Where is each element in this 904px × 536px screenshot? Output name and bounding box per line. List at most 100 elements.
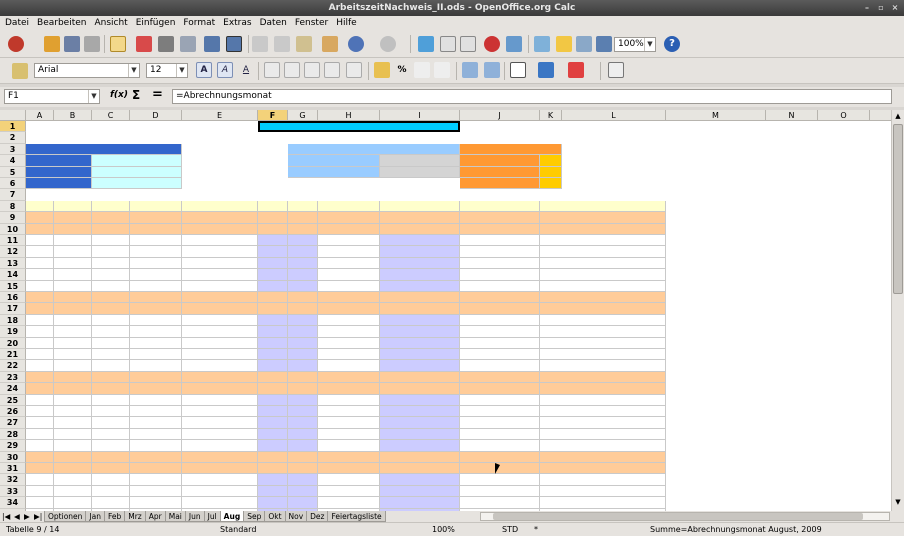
bemerkung-cell[interactable] — [540, 394, 666, 406]
date-cell[interactable] — [26, 235, 54, 247]
date-cell[interactable] — [26, 349, 54, 361]
ist-cell[interactable] — [288, 371, 318, 384]
date-cell[interactable] — [26, 269, 54, 281]
saldo-cell[interactable] — [380, 440, 460, 452]
add-decimal-icon[interactable] — [434, 62, 450, 78]
soll-cell[interactable] — [258, 485, 288, 498]
table-header-cell[interactable] — [130, 200, 182, 213]
ist-cell[interactable] — [288, 303, 318, 315]
column-header-n[interactable]: N — [766, 110, 818, 121]
find-replace-icon[interactable] — [534, 36, 550, 52]
soll-cell[interactable] — [258, 235, 288, 247]
bemerkung-cell[interactable] — [540, 417, 666, 429]
row-header[interactable]: 32 — [0, 474, 26, 486]
urlaubskonto-value[interactable] — [540, 155, 562, 167]
sheet-tab-dez[interactable]: Dez — [306, 511, 329, 522]
row-header[interactable]: 20 — [0, 337, 26, 349]
sheet-tab-jan[interactable]: Jan — [85, 511, 105, 522]
feiertag-cell[interactable] — [460, 212, 540, 224]
date-cell[interactable] — [26, 303, 54, 315]
column-header-f[interactable]: F — [258, 110, 288, 121]
last-sheet-icon[interactable]: ▶| — [34, 511, 42, 522]
month-title-cell[interactable] — [258, 121, 460, 133]
tageskuerzel-cell[interactable] — [182, 223, 258, 235]
beginn-cell[interactable] — [54, 314, 92, 327]
soll-cell[interactable] — [258, 474, 288, 486]
column-header-m[interactable]: M — [666, 110, 766, 121]
korrektur-cell[interactable] — [130, 383, 182, 395]
row-header[interactable]: 6 — [0, 178, 26, 190]
korrektur-cell[interactable] — [130, 360, 182, 372]
date-cell[interactable] — [26, 406, 54, 418]
column-header-i[interactable]: I — [380, 110, 460, 121]
feiertag-cell[interactable] — [460, 406, 540, 418]
korrektur-cell[interactable] — [130, 269, 182, 281]
row-header[interactable]: 3 — [0, 143, 26, 156]
feiertag-cell[interactable] — [460, 485, 540, 498]
function-wizard-icon[interactable]: f(x) — [110, 90, 128, 100]
ende-cell[interactable] — [92, 257, 130, 270]
plusminus-cell[interactable] — [318, 349, 380, 361]
saldo-cell[interactable] — [380, 223, 460, 235]
ist-cell[interactable] — [288, 337, 318, 349]
row-header[interactable]: 17 — [0, 303, 26, 315]
row-header[interactable]: 26 — [0, 406, 26, 418]
font-size-select[interactable]: 12 ▼ — [146, 63, 188, 78]
beginn-cell[interactable] — [54, 303, 92, 315]
ist-cell[interactable] — [288, 463, 318, 475]
plusminus-cell[interactable] — [318, 337, 380, 349]
feiertag-cell[interactable] — [460, 451, 540, 463]
cut-icon[interactable] — [252, 36, 268, 52]
table-header-cell[interactable] — [288, 200, 318, 213]
email-icon[interactable] — [84, 36, 100, 52]
saldo-cell[interactable] — [380, 371, 460, 384]
row-header[interactable]: 34 — [0, 497, 26, 509]
saldo-cell[interactable] — [380, 349, 460, 361]
vertical-scrollbar[interactable]: ▲ ▼ — [891, 110, 904, 511]
bemerkung-cell[interactable] — [540, 474, 666, 486]
toggle-sidebar-icon[interactable] — [608, 62, 624, 78]
feiertag-cell[interactable] — [460, 235, 540, 247]
ende-cell[interactable] — [92, 394, 130, 406]
align-right-icon[interactable] — [304, 62, 320, 78]
feiertag-cell[interactable] — [460, 371, 540, 384]
plusminus-cell[interactable] — [318, 383, 380, 395]
bemerkung-cell[interactable] — [540, 257, 666, 270]
tageskuerzel-cell[interactable] — [182, 497, 258, 509]
data-sources-icon[interactable] — [596, 36, 612, 52]
soll-cell[interactable] — [258, 349, 288, 361]
table-header-cell[interactable] — [318, 200, 380, 213]
soll-cell[interactable] — [258, 394, 288, 406]
sheet-tab-sep[interactable]: Sep — [243, 511, 266, 522]
page-style[interactable]: Standard — [220, 523, 256, 536]
row-header[interactable]: 23 — [0, 371, 26, 384]
plusminus-cell[interactable] — [318, 440, 380, 452]
row-header[interactable]: 11 — [0, 235, 26, 247]
stammdaten-label[interactable] — [26, 155, 92, 167]
align-center-icon[interactable] — [284, 62, 300, 78]
feiertag-cell[interactable] — [460, 326, 540, 338]
korrektur-cell[interactable] — [130, 417, 182, 429]
column-header-c[interactable]: C — [92, 110, 130, 121]
soll-cell[interactable] — [258, 497, 288, 509]
row-header[interactable]: 16 — [0, 292, 26, 304]
ist-cell[interactable] — [288, 292, 318, 304]
ende-cell[interactable] — [92, 383, 130, 395]
tageskuerzel-cell[interactable] — [182, 314, 258, 327]
beginn-cell[interactable] — [54, 371, 92, 384]
saldo-cell[interactable] — [380, 428, 460, 441]
ende-cell[interactable] — [92, 246, 130, 258]
plusminus-cell[interactable] — [318, 406, 380, 418]
bemerkung-cell[interactable] — [540, 463, 666, 475]
feiertag-cell[interactable] — [460, 303, 540, 315]
next-sheet-icon[interactable]: ▶ — [24, 511, 30, 522]
close-icon[interactable]: × — [890, 3, 900, 13]
sheet-tab-mrz[interactable]: Mrz — [124, 511, 146, 522]
ende-cell[interactable] — [92, 349, 130, 361]
ende-cell[interactable] — [92, 371, 130, 384]
menu-item-0[interactable]: Datei — [4, 16, 30, 30]
ist-cell[interactable] — [288, 326, 318, 338]
spreadsheet-grid[interactable]: ABCDEFGHIJKLMNOPQR1234567891011121314151… — [0, 110, 891, 511]
table-header-cell[interactable] — [380, 200, 460, 213]
saldo-cell[interactable] — [380, 463, 460, 475]
